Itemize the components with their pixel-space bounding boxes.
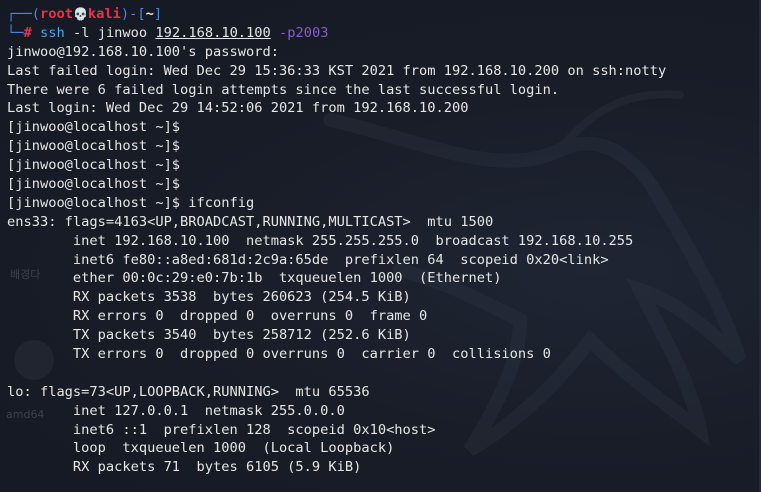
command-name: ssh [39, 24, 65, 41]
output-line: There were 6 failed login attempts since… [7, 81, 560, 98]
output-line: inet 192.168.10.100 netmask 255.255.255.… [7, 232, 634, 249]
command-port-option: -p2003 [279, 24, 329, 41]
output-line: Last login: Wed Dec 29 14:52:06 2021 fro… [7, 100, 469, 117]
command-user: jinwoo [97, 24, 148, 41]
prompt-line-1: ┌──(root💀kali)-[~] [7, 6, 163, 22]
output-line: lo: flags=73<UP,LOOPBACK,RUNNING> mtu 65… [7, 383, 370, 400]
output-line: inet6 fe80::a8ed:681d:2c9a:65de prefixle… [7, 251, 609, 268]
output-line: Last failed login: Wed Dec 29 15:36:33 K… [7, 62, 667, 79]
output-line: RX packets 3538 bytes 260623 (254.5 KiB) [7, 289, 411, 306]
command-host: 192.168.10.100 [155, 24, 271, 41]
prompt-cwd: ~ [145, 6, 154, 22]
prompt-line-2: └─# ssh -l jinwoo 192.168.10.100 -p2003 [7, 24, 329, 41]
output-line: loop txqueuelen 1000 (Local Loopback) [7, 440, 395, 457]
output-line: inet 127.0.0.1 netmask 255.0.0.0 [7, 402, 345, 419]
output-line: [jinwoo@localhost ~]$ [7, 119, 181, 136]
prompt-host: kali [87, 6, 121, 22]
output-line: [jinwoo@localhost ~]$ [7, 176, 181, 193]
output-line: TX errors 0 dropped 0 overruns 0 carrier… [7, 346, 551, 363]
output-line: TX packets 3540 bytes 258712 (252.6 KiB) [7, 327, 411, 344]
output-line: jinwoo@192.168.10.100's password: [7, 43, 279, 60]
output-line: ether 00:0c:29:e0:7b:1b txqueuelen 1000 … [7, 270, 502, 287]
output-line: RX errors 0 dropped 0 overruns 0 frame 0 [7, 308, 428, 325]
output-line: [jinwoo@localhost ~]$ [7, 157, 181, 174]
output-line: [jinwoo@localhost ~]$ [7, 138, 181, 155]
skull-icon: 💀 [72, 7, 88, 21]
output-line: ens33: flags=4163<UP,BROADCAST,RUNNING,M… [7, 213, 494, 230]
terminal-output: ┌──(root💀kali)-[~] └─# ssh -l jinwoo 192… [7, 5, 761, 477]
prompt-user: root [39, 6, 73, 22]
output-line: RX packets 71 bytes 6105 (5.9 KiB) [7, 459, 362, 476]
command-flag: -l [72, 24, 90, 41]
output-line: inet6 ::1 prefixlen 128 scopeid 0x10<hos… [7, 421, 436, 438]
output-line: [jinwoo@localhost ~]$ ifconfig [7, 194, 255, 211]
terminal-window[interactable]: 배경다 amd64 ┌──(root💀kali)-[~] └─# ssh -l … [0, 0, 761, 492]
